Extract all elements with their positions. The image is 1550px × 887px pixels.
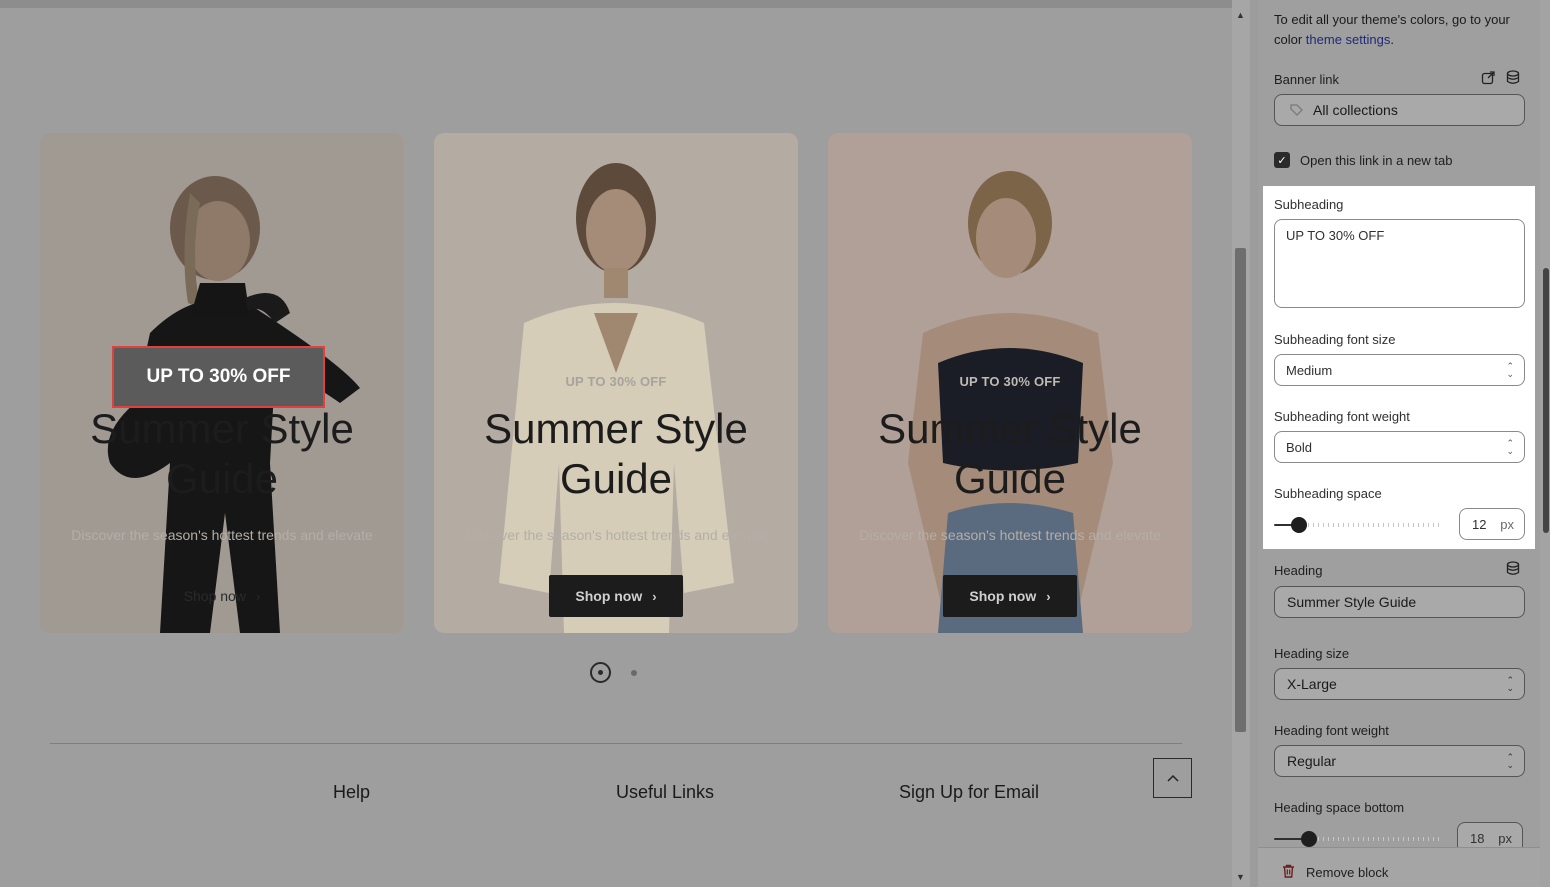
scroll-down-arrow-icon[interactable]: ▼ bbox=[1236, 872, 1245, 882]
heading-size-select[interactable]: X-Large ⌃ ⌄ bbox=[1274, 668, 1525, 700]
card-heading: Summer Style Guide bbox=[484, 405, 748, 502]
subheading-settings-focus: Subheading UP TO 30% OFF Subheading font… bbox=[1263, 186, 1535, 549]
card-subheading: UP TO 30% OFF bbox=[959, 374, 1061, 389]
theme-settings-link[interactable]: theme settings bbox=[1306, 32, 1391, 47]
shop-now-button[interactable]: Shop now › bbox=[155, 575, 289, 617]
banner-link-label: Banner link bbox=[1274, 72, 1340, 87]
subheading-font-weight-value: Bold bbox=[1286, 439, 1313, 455]
slider-knob[interactable] bbox=[1291, 517, 1307, 533]
unit-label: px bbox=[1498, 830, 1512, 846]
subheading-font-size-select[interactable]: Medium ⌃ ⌄ bbox=[1274, 354, 1525, 386]
card-description: Discover the season's hottest trends and… bbox=[71, 527, 373, 543]
heading-value: Summer Style Guide bbox=[1287, 594, 1417, 610]
banner-link-value: All collections bbox=[1313, 102, 1398, 118]
card-description: Discover the season's hottest trends and… bbox=[859, 527, 1161, 543]
slider-pagination bbox=[590, 662, 637, 683]
subheading-font-weight-select[interactable]: Bold ⌃ ⌄ bbox=[1274, 431, 1525, 463]
banner-card-3[interactable]: UP TO 30% OFF Summer Style Guide Discove… bbox=[828, 133, 1192, 633]
card-heading: Summer Style Guide bbox=[878, 405, 1142, 502]
shop-now-button[interactable]: Shop now › bbox=[549, 575, 683, 617]
slider-knob[interactable] bbox=[1301, 831, 1317, 847]
subheading-textarea[interactable]: UP TO 30% OFF bbox=[1274, 219, 1525, 308]
pagination-dot-active[interactable] bbox=[590, 662, 611, 683]
external-link-icon[interactable] bbox=[1481, 70, 1496, 85]
theme-preview: Summer Style Guide Discover the season's… bbox=[0, 0, 1232, 887]
shop-now-label: Shop now bbox=[183, 588, 246, 604]
collection-tag-icon bbox=[1290, 104, 1303, 116]
subheading-label: Subheading bbox=[1274, 197, 1344, 212]
heading-size-label: Heading size bbox=[1274, 646, 1350, 661]
heading-size-value: X-Large bbox=[1287, 676, 1337, 692]
subheading-space-value: 12 bbox=[1472, 516, 1487, 532]
heading-font-weight-value: Regular bbox=[1287, 753, 1337, 769]
card-subheading: UP TO 30% OFF bbox=[565, 374, 667, 389]
panel-scrollbar[interactable] bbox=[1540, 0, 1550, 887]
trash-icon[interactable] bbox=[1282, 864, 1295, 878]
subheading-font-weight-label: Subheading font weight bbox=[1274, 409, 1410, 424]
selected-subheading-highlight[interactable]: UP TO 30% OFF bbox=[112, 346, 325, 408]
preview-scroll-thumb[interactable] bbox=[1235, 248, 1246, 732]
select-updown-icon: ⌃ ⌄ bbox=[1506, 675, 1514, 693]
subheading-font-size-label: Subheading font size bbox=[1274, 332, 1396, 347]
chevron-right-icon: › bbox=[652, 588, 657, 604]
shop-now-label: Shop now bbox=[575, 588, 643, 604]
scroll-up-arrow-icon[interactable]: ▲ bbox=[1236, 10, 1245, 20]
dynamic-source-icon[interactable] bbox=[1506, 561, 1520, 576]
new-tab-label: Open this link in a new tab bbox=[1300, 153, 1453, 168]
shop-now-button[interactable]: Shop now › bbox=[943, 575, 1077, 617]
heading-space-bottom-label: Heading space bottom bbox=[1274, 800, 1405, 815]
shop-now-label: Shop now bbox=[969, 588, 1037, 604]
highlighted-subheading-text: UP TO 30% OFF bbox=[146, 366, 291, 387]
heading-space-bottom-slider[interactable] bbox=[1274, 831, 1439, 847]
new-tab-checkbox[interactable]: ✓ bbox=[1274, 152, 1290, 168]
chevron-up-icon bbox=[1166, 774, 1179, 782]
card-description: Discover the season's hottest trends and… bbox=[465, 527, 767, 543]
card-heading: Summer Style Guide bbox=[90, 405, 354, 502]
heading-label: Heading bbox=[1274, 563, 1323, 578]
subheading-space-slider[interactable] bbox=[1274, 517, 1439, 533]
back-to-top-button[interactable] bbox=[1153, 758, 1192, 798]
banner-card-2[interactable]: UP TO 30% OFF Summer Style Guide Discove… bbox=[434, 133, 798, 633]
heading-font-weight-select[interactable]: Regular ⌃ ⌄ bbox=[1274, 745, 1525, 777]
subheading-space-label: Subheading space bbox=[1274, 486, 1382, 501]
remove-block-button[interactable]: Remove block bbox=[1306, 865, 1388, 880]
theme-colors-hint: To edit all your theme's colors, go to y… bbox=[1274, 12, 1510, 47]
footer-heading-help[interactable]: Help bbox=[333, 782, 370, 803]
subheading-font-size-value: Medium bbox=[1286, 362, 1333, 378]
preview-scrollbar[interactable]: ▲ ▼ bbox=[1232, 0, 1250, 887]
dynamic-source-icon[interactable] bbox=[1506, 70, 1520, 85]
preview-top-strip bbox=[0, 0, 1232, 8]
unit-label: px bbox=[1500, 516, 1514, 532]
panel-scroll-thumb[interactable] bbox=[1543, 268, 1549, 533]
select-updown-icon: ⌃ ⌄ bbox=[1506, 438, 1514, 456]
heading-font-weight-label: Heading font weight bbox=[1274, 723, 1389, 738]
heading-space-bottom-value: 18 bbox=[1470, 830, 1485, 846]
heading-input[interactable]: Summer Style Guide bbox=[1274, 586, 1525, 618]
footer-heading-email-signup[interactable]: Sign Up for Email bbox=[899, 782, 1039, 803]
select-updown-icon: ⌃ ⌄ bbox=[1506, 361, 1514, 379]
select-updown-icon: ⌃ ⌄ bbox=[1506, 752, 1514, 770]
chevron-right-icon: › bbox=[255, 588, 261, 604]
panel-footer: Remove block bbox=[1258, 847, 1540, 887]
pagination-dot[interactable] bbox=[631, 669, 637, 676]
banner-link-field[interactable]: All collections bbox=[1274, 94, 1525, 126]
footer-divider bbox=[50, 743, 1182, 744]
footer-heading-useful-links[interactable]: Useful Links bbox=[616, 782, 714, 803]
chevron-right-icon: › bbox=[1046, 588, 1051, 604]
subheading-space-input[interactable]: 12 px bbox=[1459, 508, 1525, 540]
